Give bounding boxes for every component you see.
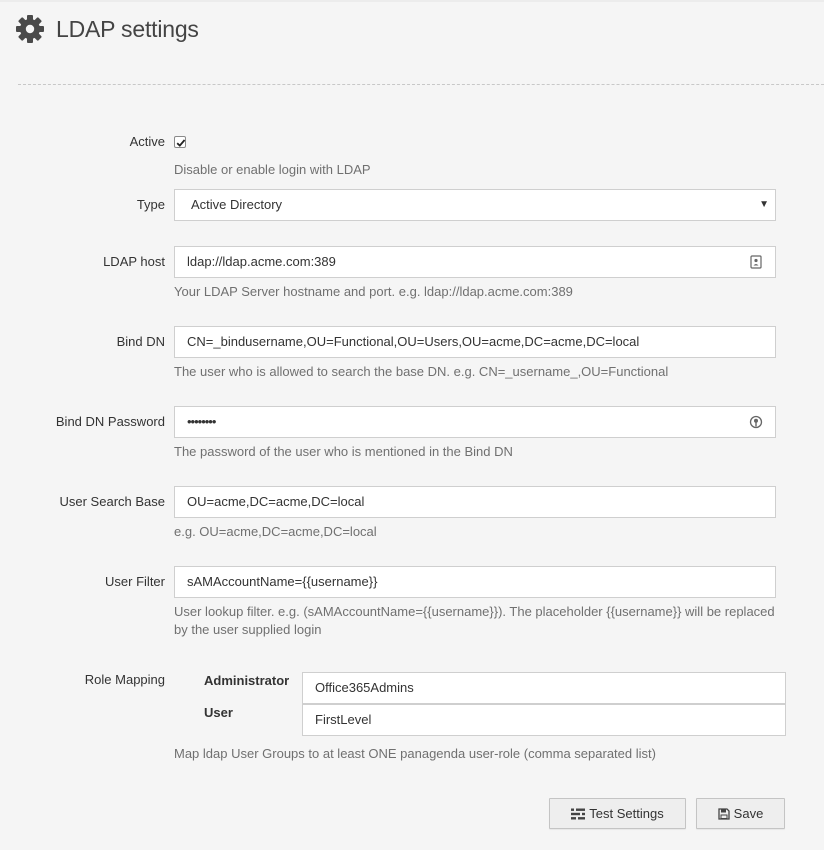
role-mapping-label: Role Mapping [84, 672, 165, 687]
bind-password-value: •••••••• [187, 414, 216, 429]
ldap-host-value: ldap://ldap.acme.com:389 [187, 254, 336, 269]
save-button[interactable]: Save [696, 798, 785, 829]
bind-dn-help: The user who is allowed to search the ba… [174, 364, 669, 379]
save-label: Save [733, 806, 764, 821]
page-title: LDAP settings [56, 15, 199, 42]
ldap-host-label: LDAP host [103, 254, 165, 269]
user-search-base-value: OU=acme,DC=acme,DC=local [187, 494, 365, 509]
user-filter-label: User Filter [105, 574, 165, 589]
bind-password-input[interactable]: •••••••• [174, 406, 776, 438]
gear-icon [16, 15, 44, 43]
bind-dn-value: CN=_bindusername,OU=Functional,OU=Users,… [187, 334, 640, 349]
test-settings-label: Test Settings [589, 806, 664, 821]
user-filter-help-line1: User lookup filter. e.g. (sAMAccountName… [174, 604, 775, 619]
user-filter-help-line2: by the user supplied login [174, 622, 322, 637]
user-filter-value: sAMAccountName={{username}} [187, 574, 378, 589]
user-filter-input[interactable]: sAMAccountName={{username}} [174, 566, 776, 598]
address-book-icon [750, 255, 762, 269]
bind-password-help: The password of the user who is mentione… [174, 444, 513, 459]
floppy-disk-icon [718, 807, 730, 820]
user-search-base-label: User Search Base [59, 494, 166, 509]
active-help: Disable or enable login with LDAP [174, 162, 371, 177]
ldap-host-help: Your LDAP Server hostname and port. e.g.… [174, 284, 573, 299]
role-user-label: User [204, 705, 233, 720]
user-search-base-input[interactable]: OU=acme,DC=acme,DC=local [174, 486, 776, 518]
user-search-base-help: e.g. OU=acme,DC=acme,DC=local [174, 524, 377, 539]
type-select[interactable]: Active Directory ▼ [174, 189, 776, 221]
role-administrator-value: Office365Admins [315, 680, 414, 695]
role-administrator-label: Administrator [204, 673, 290, 688]
active-label: Active [129, 134, 165, 149]
role-mapping-help: Map ldap User Groups to at least ONE pan… [174, 746, 656, 761]
type-select-value: Active Directory [191, 197, 283, 212]
bind-dn-label: Bind DN [116, 334, 165, 349]
list-settings-icon [571, 807, 586, 820]
checkmark-icon [176, 139, 186, 147]
page-header: LDAP settings [14, 12, 199, 46]
type-label: Type [136, 197, 165, 212]
top-strip [0, 0, 824, 2]
active-checkbox[interactable] [174, 136, 186, 148]
test-settings-button[interactable]: Test Settings [549, 798, 686, 829]
chevron-down-icon: ▼ [759, 199, 769, 210]
ldap-host-input[interactable]: ldap://ldap.acme.com:389 [174, 246, 776, 278]
role-user-value: FirstLevel [315, 712, 372, 727]
bind-password-label: Bind DN Password [55, 414, 165, 429]
role-administrator-input[interactable]: Office365Admins [302, 672, 786, 704]
key-icon [749, 415, 763, 429]
bind-dn-input[interactable]: CN=_bindusername,OU=Functional,OU=Users,… [174, 326, 776, 358]
header-divider [18, 84, 824, 85]
role-user-input[interactable]: FirstLevel [302, 704, 786, 736]
